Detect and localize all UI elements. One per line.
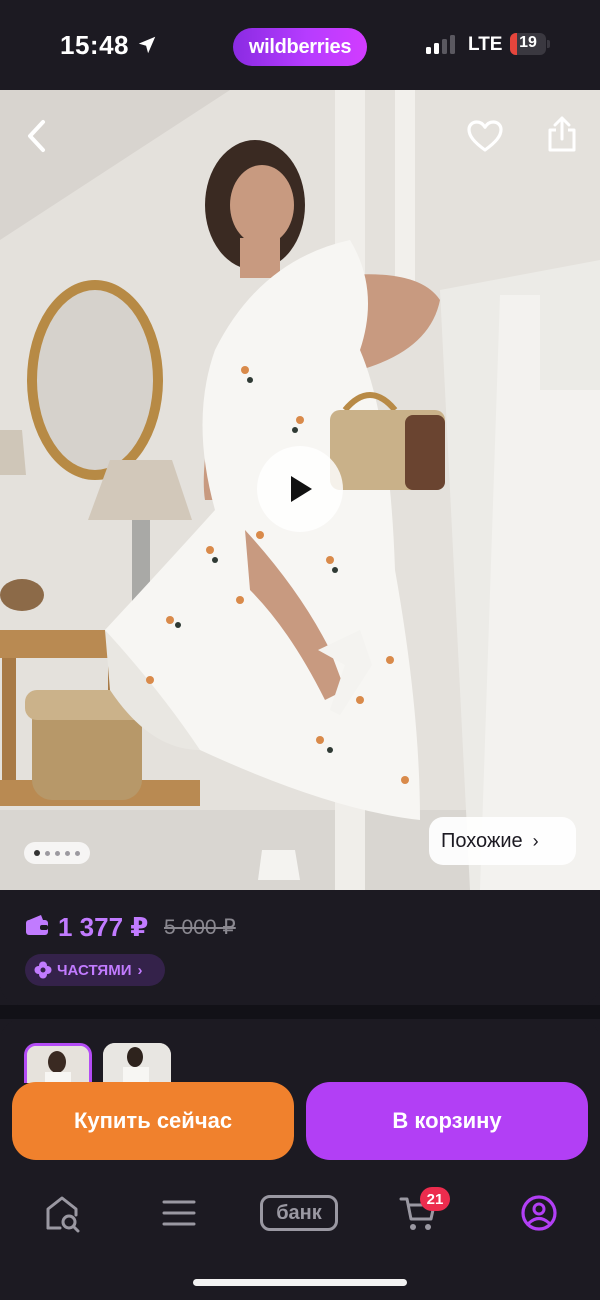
status-bar: 15:48 wildberries LTE 19 <box>0 0 600 90</box>
price-card: 1 377 ₽ 5 000 ₽ ЧАСТЯМИ › <box>0 890 600 1005</box>
signal-icon <box>426 35 455 54</box>
installments-button[interactable]: ЧАСТЯМИ › <box>25 954 165 986</box>
wallet-icon <box>26 915 48 935</box>
profile-icon <box>521 1195 557 1231</box>
status-time: 15:48 <box>60 30 129 60</box>
menu-icon <box>162 1200 196 1226</box>
variant-thumbnail-selected[interactable] <box>24 1043 92 1083</box>
old-price: 5 000 ₽ <box>164 916 236 939</box>
chevron-right-icon: › <box>137 961 143 979</box>
gallery-dot <box>34 850 40 856</box>
gallery-dot <box>45 850 50 856</box>
gallery-pagination <box>24 842 90 864</box>
chevron-left-icon <box>28 120 45 152</box>
share-icon <box>548 116 576 152</box>
heart-icon <box>467 120 503 152</box>
variant-thumbnail-image <box>103 1043 171 1083</box>
tab-profile[interactable] <box>517 1191 561 1235</box>
gallery-dot <box>65 850 70 856</box>
share-button[interactable] <box>540 112 584 156</box>
battery-icon: 19 <box>510 33 550 55</box>
buy-now-button[interactable]: Купить сейчас <box>12 1082 294 1160</box>
product-photo[interactable]: Похожие › <box>0 90 600 890</box>
chevron-right-icon: › <box>532 830 539 851</box>
tab-bank[interactable]: банк <box>259 1191 339 1235</box>
clover-icon <box>34 961 52 979</box>
variant-thumbnail-image <box>27 1046 89 1083</box>
installments-label: ЧАСТЯМИ <box>57 961 132 979</box>
home-indicator[interactable] <box>193 1279 407 1286</box>
gallery-dot <box>75 850 80 856</box>
bank-label: банк <box>260 1195 338 1231</box>
variant-thumbnail[interactable] <box>103 1043 171 1083</box>
similar-button[interactable]: Похожие › <box>429 817 576 865</box>
play-icon <box>291 476 312 502</box>
home-search-icon <box>46 1196 80 1233</box>
gallery-dot <box>55 850 60 856</box>
battery-level: 19 <box>519 34 537 51</box>
similar-label: Похожие <box>441 829 523 852</box>
location-arrow-icon <box>138 36 156 54</box>
section-divider <box>0 1005 600 1019</box>
play-video-button[interactable] <box>257 446 343 532</box>
back-button[interactable] <box>16 114 60 158</box>
add-to-cart-button[interactable]: В корзину <box>306 1082 588 1160</box>
tab-catalog[interactable] <box>157 1191 201 1235</box>
network-type: LTE <box>468 34 503 55</box>
brand-pill: wildberries <box>233 28 367 66</box>
tab-home[interactable] <box>40 1191 84 1235</box>
cart-count-badge: 21 <box>420 1187 450 1211</box>
favorite-button[interactable] <box>463 114 507 158</box>
product-screen: 15:48 wildberries LTE 19 Похожие › 1 377… <box>0 0 600 1300</box>
current-price: 1 377 ₽ <box>58 912 149 942</box>
